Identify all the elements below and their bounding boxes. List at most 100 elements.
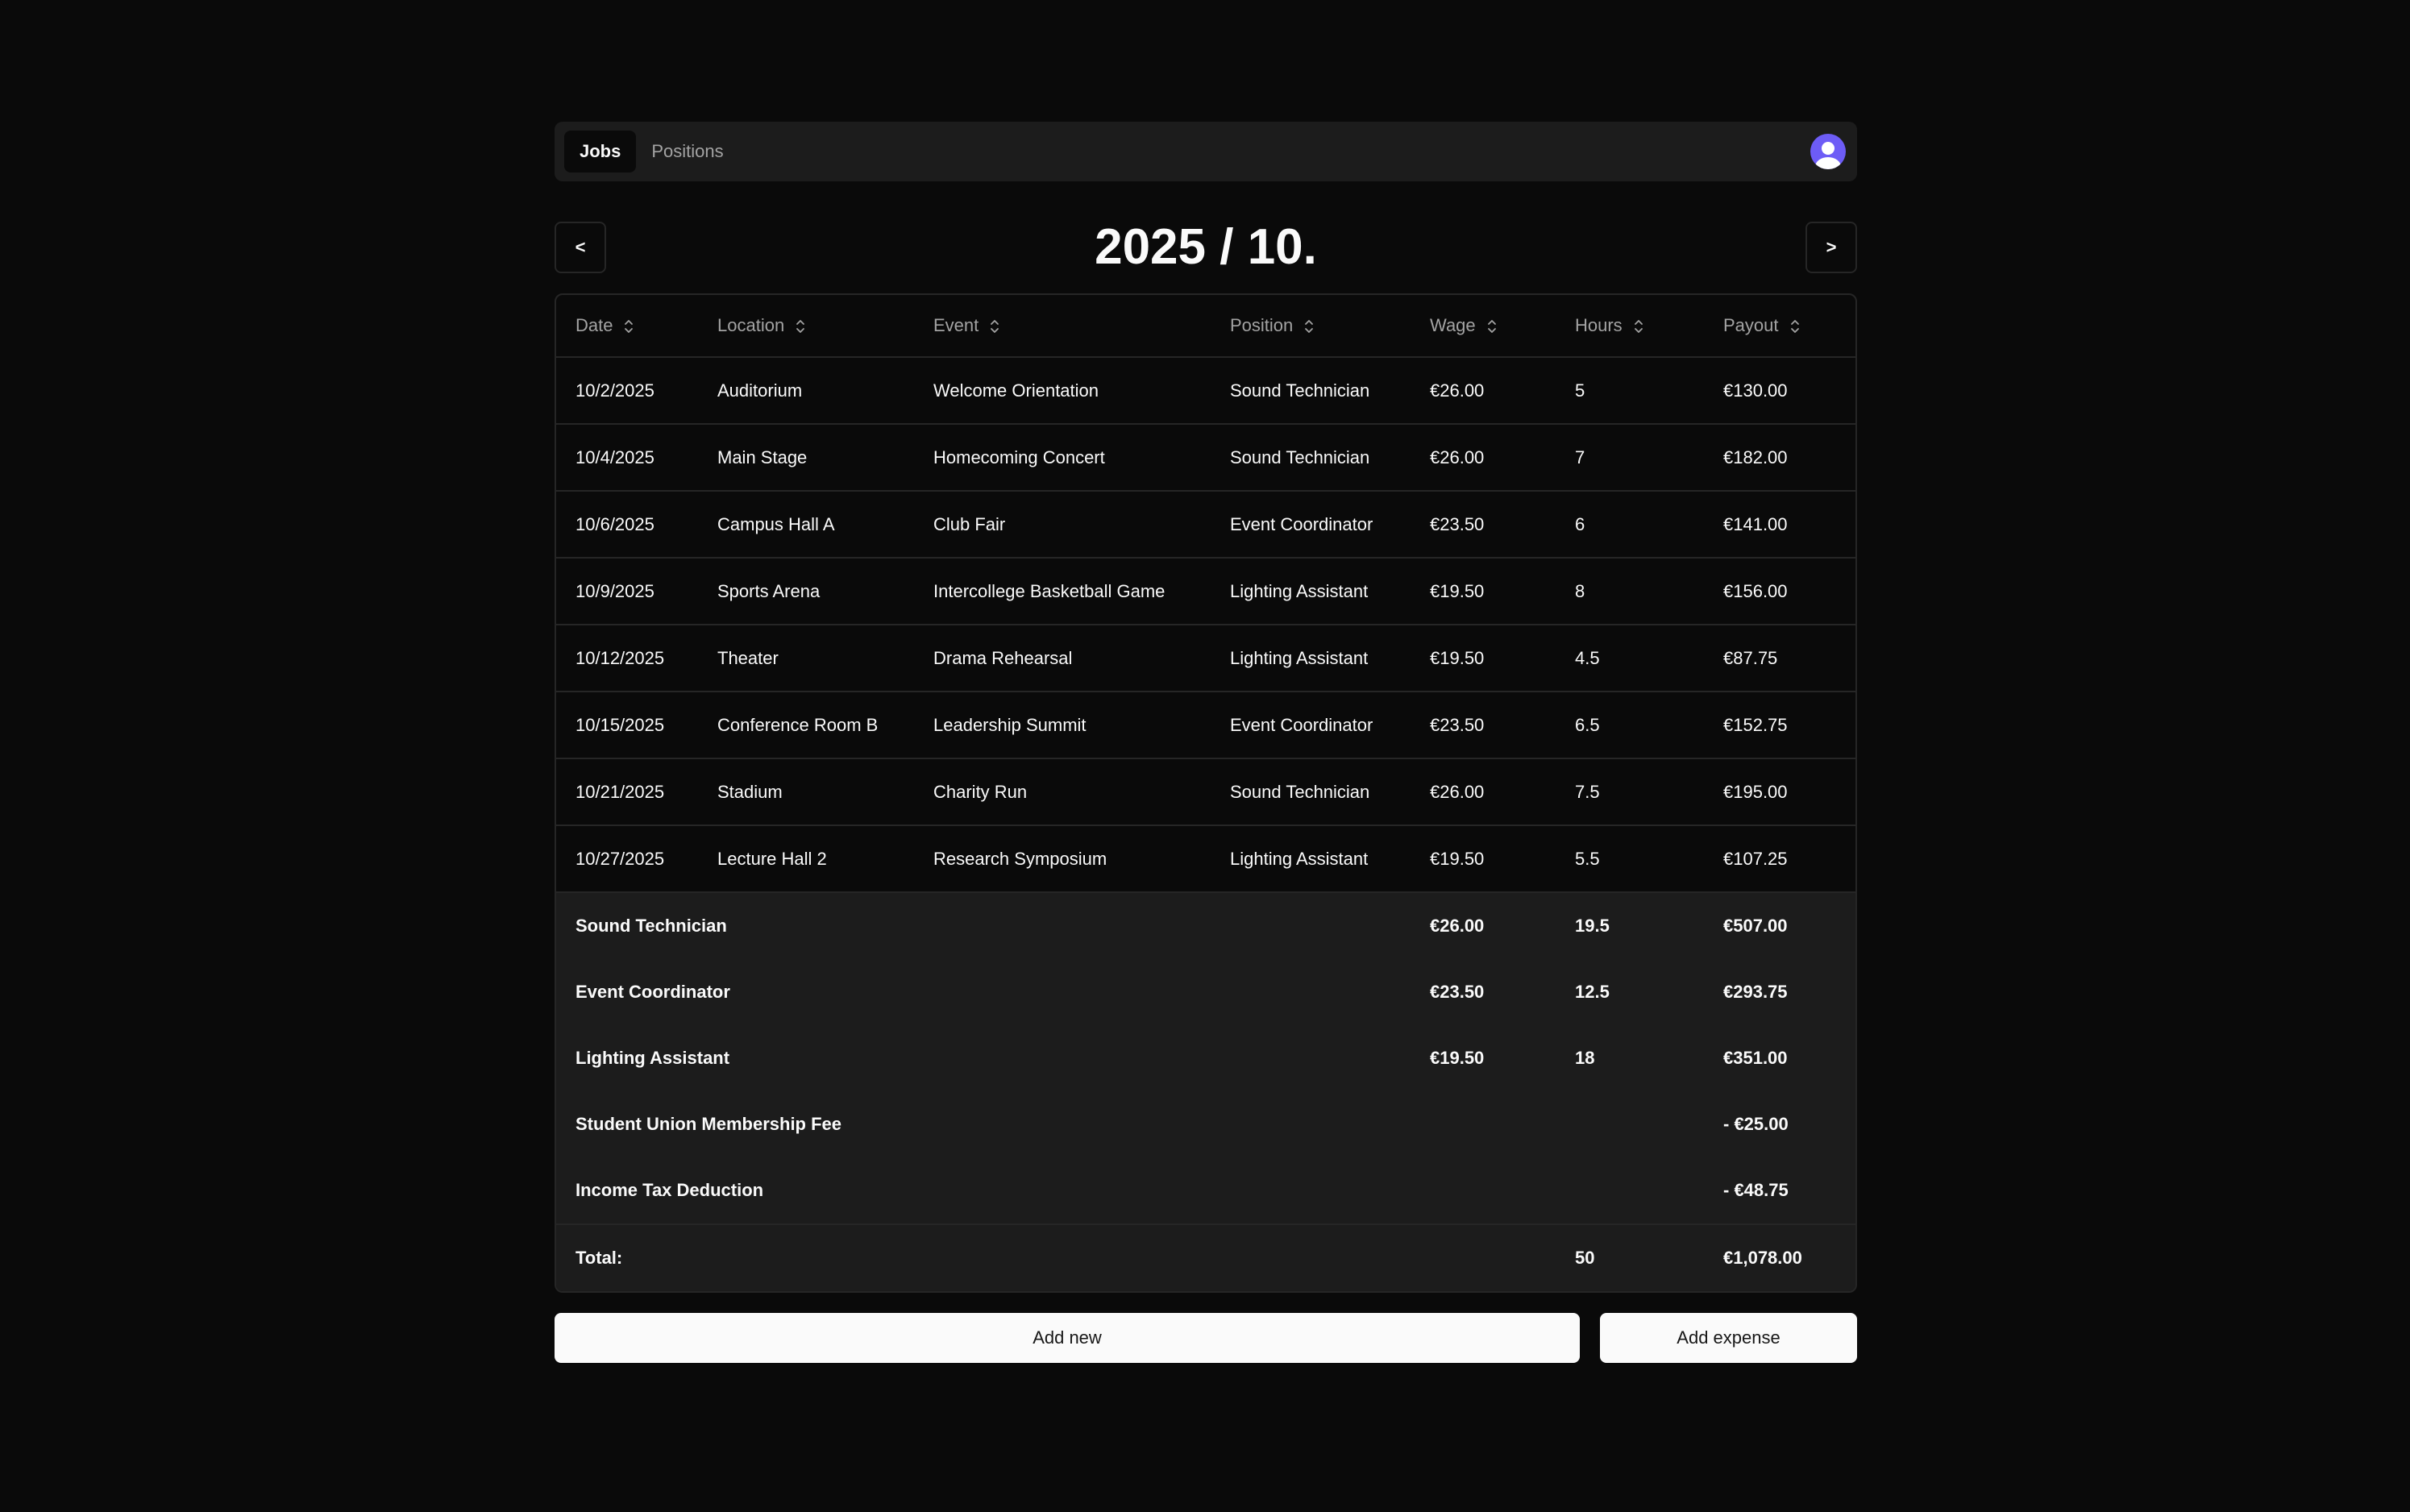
column-header-location[interactable]: Location: [698, 295, 914, 358]
summary-label: Income Tax Deduction: [556, 1157, 1411, 1224]
table-row[interactable]: 10/6/2025 Campus Hall A Club Fair Event Coo…: [556, 491, 1855, 559]
sort-icon[interactable]: [796, 319, 805, 334]
cell-hours: 7: [1556, 424, 1704, 492]
column-header-hours[interactable]: Hours: [1556, 295, 1704, 358]
cell-wage: €19.50: [1411, 625, 1556, 692]
cell-payout: €141.00: [1704, 491, 1855, 559]
table-row[interactable]: 10/15/2025 Conference Room B Leadership Su…: [556, 692, 1855, 759]
cell-hours: 6.5: [1556, 692, 1704, 759]
summary-row: Event Coordinator €23.50 12.5 €293.75: [556, 959, 1855, 1025]
table-row[interactable]: 10/9/2025 Sports Arena Intercollege Basket…: [556, 558, 1855, 625]
summary-label: Student Union Membership Fee: [556, 1091, 1411, 1157]
user-avatar-icon[interactable]: [1810, 134, 1846, 169]
table-header-row: Date Location Event Position Wage Hours Payout: [556, 295, 1855, 358]
sort-icon[interactable]: [1790, 319, 1800, 334]
summary-payout: €351.00: [1704, 1025, 1855, 1091]
add-new-button[interactable]: Add new: [555, 1313, 1580, 1363]
jobs-table: Date Location Event Position Wage Hours Payout…: [556, 295, 1855, 1291]
cell-event: Research Symposium: [933, 848, 1107, 869]
cell-date: 10/12/2025: [556, 625, 698, 692]
cell-payout: €152.75: [1704, 692, 1855, 759]
column-header-label: Location: [717, 315, 785, 335]
cell-hours: 5.5: [1575, 848, 1600, 869]
summary-rows: Sound Technician €26.00 19.5 €507.00 Event C…: [556, 891, 1855, 1224]
cell-payout: €195.00: [1704, 758, 1855, 826]
cell-event: Leadership Summit: [914, 692, 1211, 759]
column-header-label: Wage: [1430, 315, 1476, 335]
summary-wage: [1411, 1091, 1556, 1157]
sort-icon[interactable]: [624, 319, 634, 334]
table-row[interactable]: 10/21/2025 Stadium Charity Run Sound Techni…: [556, 758, 1855, 826]
cell-position: Lighting Assistant: [1230, 848, 1369, 869]
column-header-payout[interactable]: Payout: [1704, 295, 1855, 358]
tab-jobs[interactable]: Jobs: [564, 131, 637, 172]
cell-wage: €23.50: [1411, 692, 1556, 759]
cell-position: Lighting Assistant: [1211, 558, 1411, 625]
cell-location: Conference Room B: [698, 692, 914, 759]
summary-payout: €507.00: [1704, 891, 1855, 959]
column-header-wage[interactable]: Wage: [1411, 295, 1556, 358]
cell-position: Lighting Assistant: [1211, 625, 1411, 692]
summary-row: Student Union Membership Fee - €25.00: [556, 1091, 1855, 1157]
summary-label: Sound Technician: [556, 891, 1411, 959]
cell-position: Event Coordinator: [1211, 491, 1411, 559]
table-row[interactable]: 10/12/2025 Theater Drama Rehearsal Lighting…: [556, 625, 1855, 692]
summary-wage: €26.00: [1411, 891, 1556, 959]
cell-wage: €19.50: [1430, 848, 1485, 869]
column-header-label: Event: [933, 315, 979, 335]
cell-wage: €26.00: [1411, 357, 1556, 425]
cell-date: 10/27/2025: [575, 848, 665, 869]
table-row[interactable]: 10/4/2025 Main Stage Homecoming Concert Sou…: [556, 424, 1855, 492]
cell-hours: 5: [1556, 357, 1704, 425]
cell-event: Intercollege Basketball Game: [914, 558, 1211, 625]
month-bar: < 2025 / 10. >: [555, 219, 1857, 275]
tab-positions[interactable]: Positions: [636, 131, 738, 172]
cell-date: 10/2/2025: [556, 357, 698, 425]
cell-date: 10/4/2025: [556, 424, 698, 492]
cell-position: Event Coordinator: [1211, 692, 1411, 759]
cell-wage: €26.00: [1411, 758, 1556, 826]
table-row[interactable]: 10/2/2025 Auditorium Welcome Orientation So…: [556, 357, 1855, 425]
cell-position: Sound Technician: [1211, 758, 1411, 826]
cell-payout: €87.75: [1704, 625, 1855, 692]
sort-icon[interactable]: [1487, 319, 1497, 334]
cell-location: Stadium: [698, 758, 914, 826]
total-section: Total: 50 €1,078.00: [556, 1223, 1855, 1291]
summary-hours: 12.5: [1556, 959, 1704, 1025]
next-month-button[interactable]: >: [1805, 222, 1857, 273]
app-container: Jobs Positions < 2025 / 10. > Date Locati…: [555, 122, 1857, 1363]
column-header-label: Position: [1230, 315, 1294, 335]
summary-label: Event Coordinator: [556, 959, 1411, 1025]
summary-hours: 19.5: [1556, 891, 1704, 959]
column-header-position[interactable]: Position: [1211, 295, 1411, 358]
summary-wage: €19.50: [1411, 1025, 1556, 1091]
cell-event: Homecoming Concert: [914, 424, 1211, 492]
cell-location: Auditorium: [698, 357, 914, 425]
cell-event: Charity Run: [914, 758, 1211, 826]
total-payout: €1,078.00: [1704, 1223, 1855, 1291]
summary-wage: [1411, 1157, 1556, 1224]
cell-location: Campus Hall A: [698, 491, 914, 559]
add-expense-button[interactable]: Add expense: [1600, 1313, 1857, 1363]
action-bar: Add new Add expense: [555, 1313, 1857, 1363]
sort-icon[interactable]: [1304, 319, 1314, 334]
cell-location: Sports Arena: [698, 558, 914, 625]
top-nav: Jobs Positions: [555, 122, 1857, 181]
cell-payout: €182.00: [1704, 424, 1855, 492]
cell-hours: 7.5: [1556, 758, 1704, 826]
cell-date: 10/15/2025: [556, 692, 698, 759]
cell-hours: 6: [1556, 491, 1704, 559]
total-label: Total:: [556, 1223, 1556, 1291]
table-row[interactable]: 10/27/2025 Lecture Hall 2 Research Symposi…: [556, 825, 1855, 892]
cell-event: Drama Rehearsal: [914, 625, 1211, 692]
summary-hours: 18: [1556, 1025, 1704, 1091]
cell-location: Theater: [698, 625, 914, 692]
cell-payout: €107.25: [1723, 848, 1788, 869]
sort-icon[interactable]: [990, 319, 999, 334]
cell-date: 10/21/2025: [556, 758, 698, 826]
column-header-date[interactable]: Date: [556, 295, 698, 358]
total-hours: 50: [1556, 1223, 1704, 1291]
cell-position: Sound Technician: [1211, 424, 1411, 492]
sort-icon[interactable]: [1634, 319, 1643, 334]
column-header-event[interactable]: Event: [914, 295, 1211, 358]
